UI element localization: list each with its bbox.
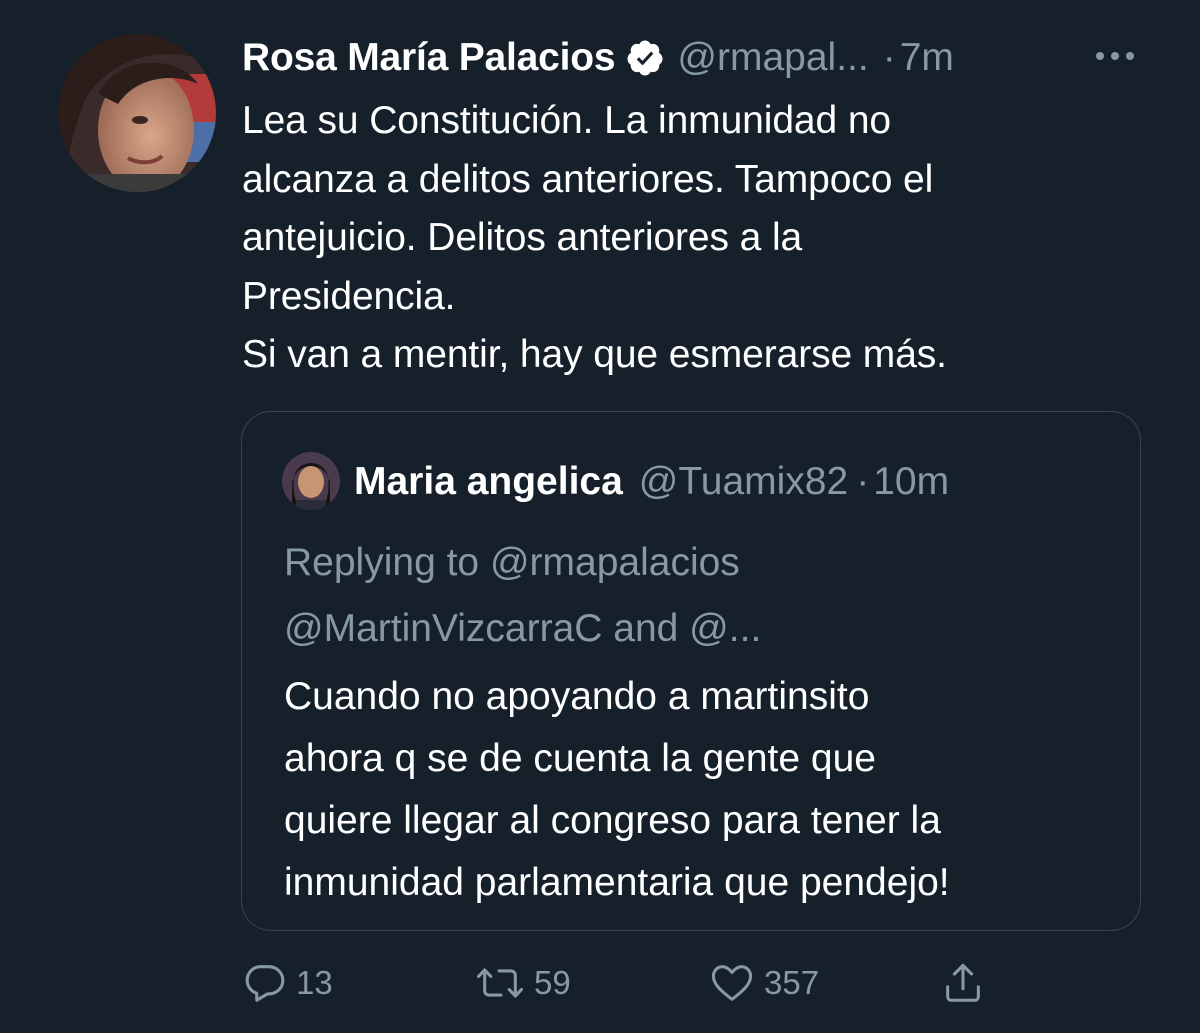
share-icon <box>940 960 986 1006</box>
quoted-tweet-timestamp[interactable]: 10m <box>873 460 949 504</box>
tweet-header: Rosa María Palacios @rmapal... · 7m <box>242 30 954 86</box>
share-button[interactable] <box>940 955 986 1011</box>
retweet-button[interactable]: 59 <box>474 955 571 1011</box>
reply-button[interactable]: 13 <box>242 955 333 1011</box>
quoted-author-handle[interactable]: @Tuamix82 <box>639 460 848 504</box>
tweet-text: Lea su Constitución. La inmunidad no alc… <box>242 92 1142 385</box>
tweet-text-line: alcanza a delitos anteriores. Tampoco el <box>242 157 934 201</box>
tweet-text-line: Si van a mentir, hay que esmerarse más. <box>242 333 947 376</box>
author-avatar[interactable] <box>58 34 216 192</box>
author-display-name[interactable]: Rosa María Palacios <box>242 36 616 80</box>
quoted-text-line: Cuando no apoyando a martinsito <box>284 675 870 718</box>
tweet-text-line: Lea su Constitución. La inmunidad no <box>242 99 892 142</box>
retweet-count: 59 <box>534 964 571 1001</box>
quoted-tweet-card[interactable]: Maria angelica @Tuamix82 · 10m Replying … <box>241 411 1141 931</box>
replying-to-line: @MartinVizcarraC and @... <box>284 607 762 650</box>
retweet-icon <box>474 960 526 1006</box>
replying-to: Replying to @rmapalacios @MartinVizcarra… <box>284 530 761 662</box>
tweet-text-line: antejuicio. Delitos anteriores a la <box>242 216 803 259</box>
tweet-text-line: Presidencia. <box>242 274 456 318</box>
reply-count: 13 <box>296 964 333 1001</box>
separator-dot: · <box>882 36 896 79</box>
tweet-timestamp[interactable]: 7m <box>900 36 954 80</box>
quoted-author-display-name[interactable]: Maria angelica <box>354 460 623 504</box>
author-handle[interactable]: @rmapal... <box>677 36 868 80</box>
quoted-text-line: quiere llegar al congreso para tener la <box>284 799 941 842</box>
quoted-author-avatar[interactable] <box>282 452 340 510</box>
tweet-action-bar: 13 59 357 <box>0 955 1200 1011</box>
quoted-text-line: inmunidad parlamentaria que pendejo! <box>284 861 950 904</box>
quoted-tweet-header: Maria angelica @Tuamix82 · 10m <box>354 456 949 508</box>
replying-to-line: Replying to @rmapalacios <box>284 541 740 584</box>
reply-icon <box>242 960 288 1006</box>
more-options-icon[interactable] <box>1092 46 1138 66</box>
like-button[interactable]: 357 <box>708 955 819 1011</box>
verified-badge-icon <box>625 38 665 78</box>
tweet: Rosa María Palacios @rmapal... · 7m Lea … <box>0 0 1200 1033</box>
quoted-text-line: ahora q se de cuenta la gente que <box>284 737 876 780</box>
like-count: 357 <box>764 964 820 1001</box>
heart-icon <box>708 960 756 1006</box>
separator-dot: · <box>856 460 870 503</box>
quoted-tweet-text: Cuando no apoyando a martinsito ahora q … <box>284 666 950 914</box>
